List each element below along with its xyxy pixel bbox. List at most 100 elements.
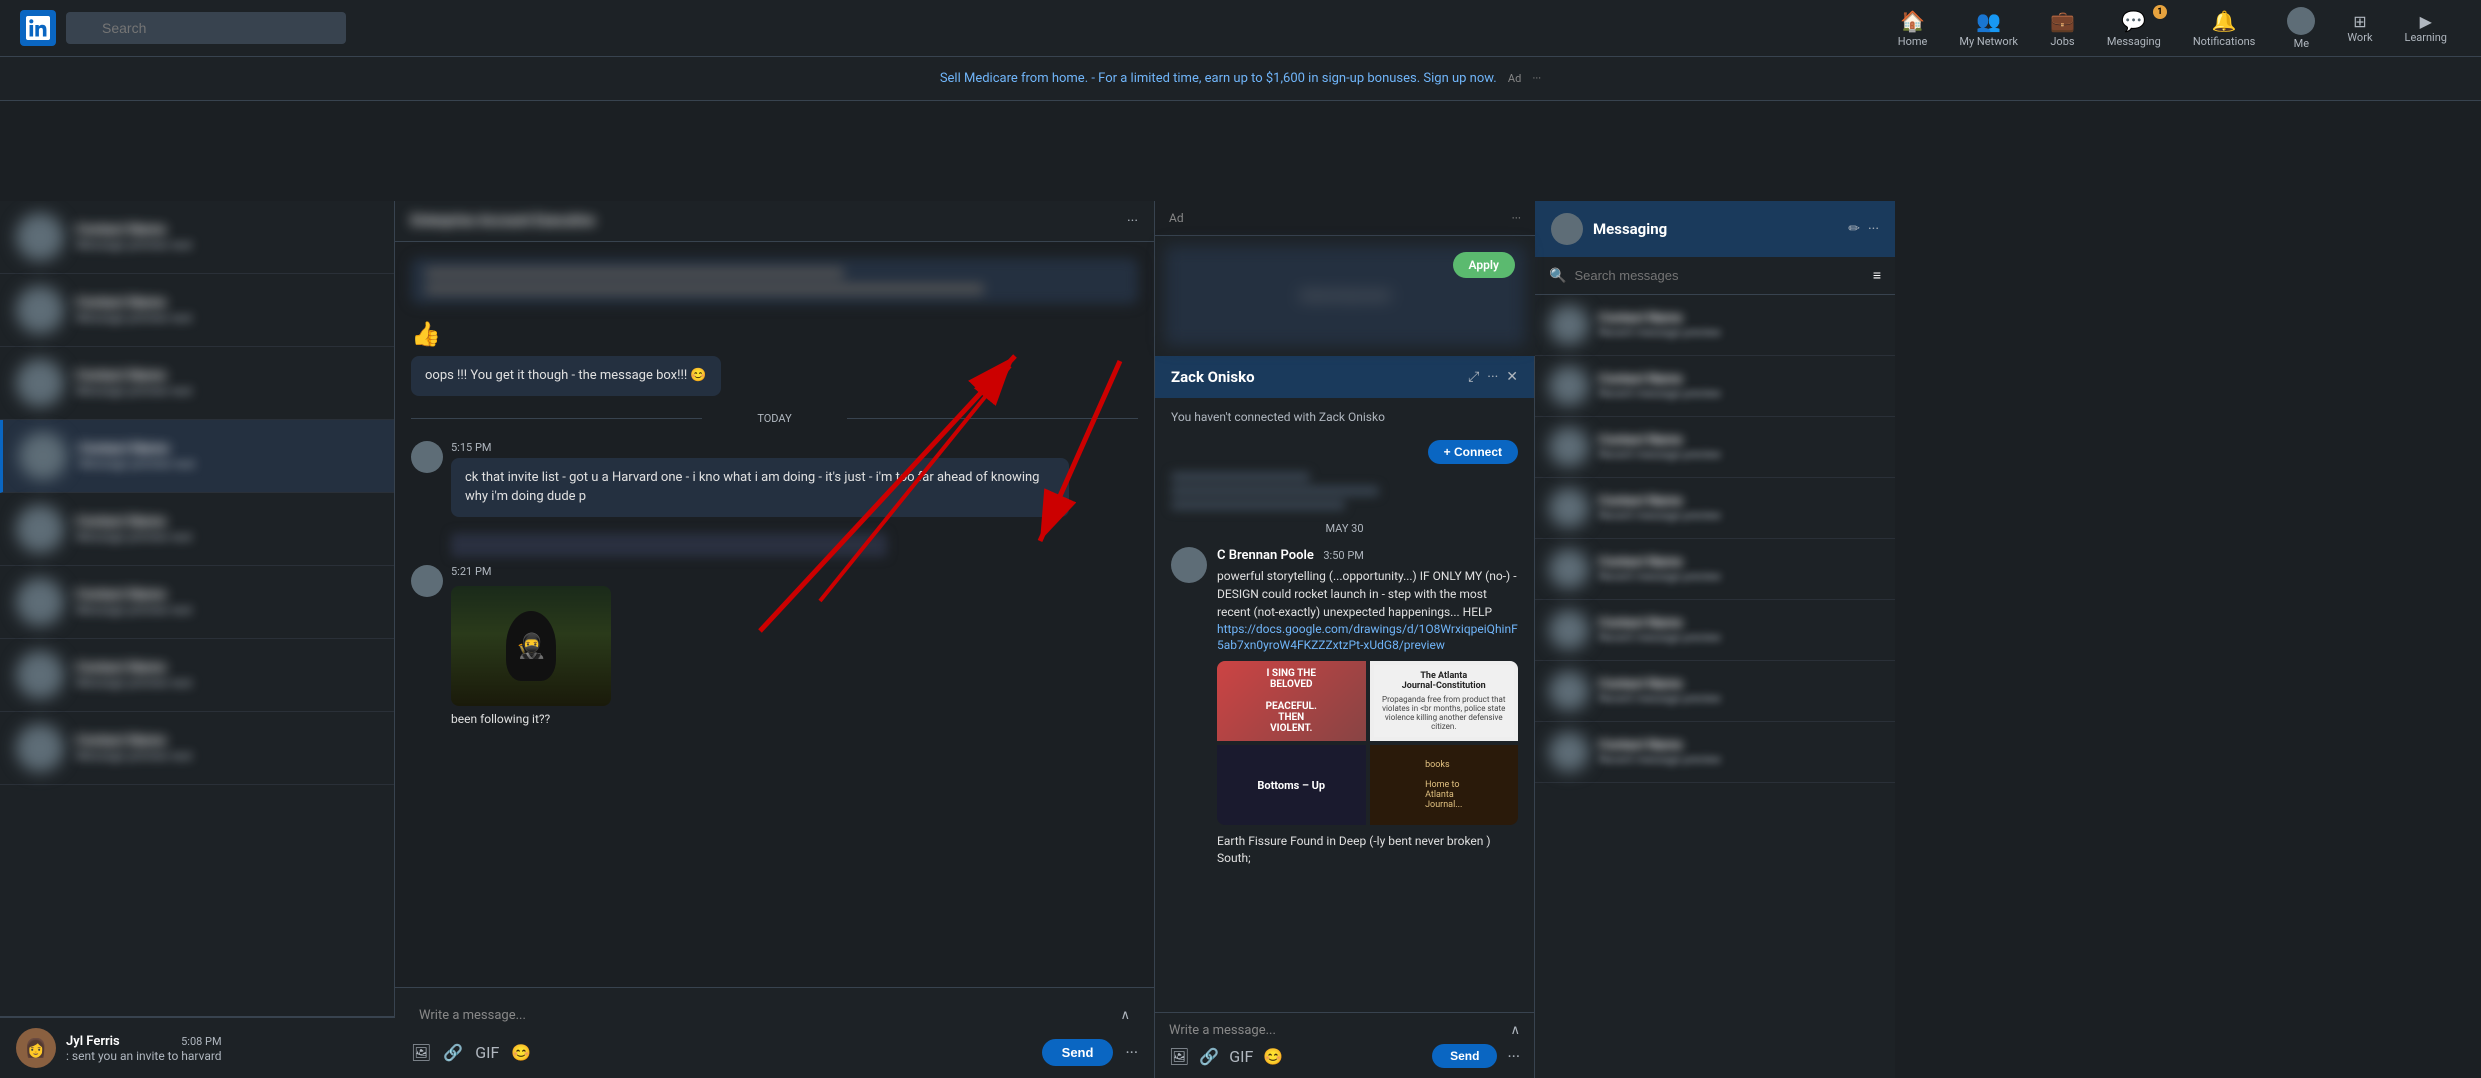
msg-preview-2: Recent message preview: [1599, 387, 1881, 400]
zack-name: Zack Onisko: [1171, 368, 1255, 386]
jyl-info: Jyl Ferris 5:08 PM : sent you an invite …: [66, 1034, 222, 1063]
sidebar-preview-5: Message preview text: [76, 530, 378, 544]
zack-img-4: booksHome toAtlantaJournal...: [1370, 745, 1519, 825]
messaging-edit-icon[interactable]: ✏: [1848, 221, 1860, 237]
msg-avatar-8: [1549, 732, 1589, 772]
sidebar-info-1: Contact Name Message preview text: [76, 222, 378, 252]
sidebar-item-5[interactable]: Contact Name Message preview text: [0, 493, 394, 566]
sidebar-preview-7: Message preview text: [76, 676, 378, 690]
collapse-icon[interactable]: ∧: [1120, 1008, 1130, 1023]
sidebar-item-7[interactable]: Contact Name Message preview text: [0, 639, 394, 712]
main-layout: Contact Name Message preview text Contac…: [0, 201, 2481, 1078]
msg-list-item-5[interactable]: Contact Name Recent message preview: [1535, 539, 1895, 600]
gif-icon[interactable]: GIF: [475, 1043, 499, 1062]
zack-send-button[interactable]: Send: [1432, 1044, 1497, 1068]
zack-gif-icon[interactable]: GIF: [1229, 1047, 1253, 1066]
messaging-icon: 💬: [2121, 9, 2146, 33]
message-bubble-515: ck that invite list - got u a Harvard on…: [451, 458, 1069, 517]
nav-item-me[interactable]: Me: [2273, 1, 2329, 56]
ad-cta-button[interactable]: Apply: [1453, 252, 1515, 278]
sidebar-item-6[interactable]: Contact Name Message preview text: [0, 566, 394, 639]
nav-item-messaging[interactable]: 💬 Messaging 1: [2093, 3, 2175, 54]
more-options-icon[interactable]: ···: [1125, 1043, 1138, 1062]
sidebar-preview-2: Message preview text: [76, 311, 378, 325]
ad-header: Ad ···: [1155, 201, 1535, 236]
send-button[interactable]: Send: [1042, 1039, 1114, 1066]
msg-list-item-4[interactable]: Contact Name Recent message preview: [1535, 478, 1895, 539]
msg-list-item-8[interactable]: Contact Name Recent message preview: [1535, 722, 1895, 783]
sidebar-item-4-active[interactable]: Contact Name Message preview text: [0, 420, 394, 493]
chat-image: 🥷: [451, 586, 611, 706]
promo-more[interactable]: ···: [1533, 72, 1542, 85]
msg-list-item-1[interactable]: Contact Name Recent message preview: [1535, 295, 1895, 356]
chat-header-more[interactable]: ···: [1127, 213, 1138, 229]
nav-item-home[interactable]: 🏠 Home: [1884, 3, 1942, 54]
linkedin-logo[interactable]: [20, 10, 56, 46]
image-attach-icon[interactable]: 🖼: [411, 1043, 431, 1062]
sidebar-avatar-1: [16, 213, 64, 261]
sidebar-preview-4: Message preview text: [79, 457, 378, 471]
msg-avatar-2: [1549, 366, 1589, 406]
messaging-search-input[interactable]: [1574, 268, 1864, 283]
jyl-ferris-notification[interactable]: 👩 Jyl Ferris 5:08 PM : sent you an invit…: [0, 1016, 395, 1078]
msg-list-item-3[interactable]: Contact Name Recent message preview: [1535, 417, 1895, 478]
nav-messaging-label: Messaging: [2107, 35, 2161, 48]
nav-item-work[interactable]: ⊞ Work: [2333, 6, 2386, 50]
msg-name-3: Contact Name: [1599, 433, 1881, 448]
write-message-input-row: Write a message... ∧: [411, 1000, 1138, 1031]
nav-item-notifications[interactable]: 🔔 Notifications: [2179, 3, 2270, 54]
sidebar-item-8[interactable]: Contact Name Message preview text: [0, 712, 394, 785]
sidebar-preview-8: Message preview text: [76, 749, 378, 763]
sidebar-item-1[interactable]: Contact Name Message preview text: [0, 201, 394, 274]
msg-info-4: Contact Name Recent message preview: [1599, 494, 1881, 522]
sidebar-info-5: Contact Name Message preview text: [76, 514, 378, 544]
link-icon[interactable]: 🔗: [443, 1043, 463, 1062]
zack-more-icon[interactable]: ···: [1487, 369, 1498, 385]
zack-link-icon[interactable]: 🔗: [1199, 1047, 1219, 1066]
zack-close-icon[interactable]: ✕: [1506, 369, 1518, 385]
zack-emoji-icon[interactable]: 😊: [1263, 1047, 1283, 1066]
sidebar-item-2[interactable]: Contact Name Message preview text: [0, 274, 394, 347]
jyl-avatar: 👩: [16, 1028, 56, 1068]
cbrennan-content: C Brennan Poole 3:50 PM powerful storyte…: [1217, 547, 1518, 867]
sidebar-item-3[interactable]: Contact Name Message preview text: [0, 347, 394, 420]
promo-link[interactable]: Sell Medicare from home. - For a limited…: [940, 71, 1497, 86]
sidebar-info-2: Contact Name Message preview text: [76, 295, 378, 325]
ad-badge: Ad: [1508, 72, 1521, 85]
cbrennan-text: powerful storytelling (...opportunity...…: [1217, 567, 1518, 621]
thumbs-message: 👍 oops !!! You get it though - the messa…: [411, 320, 1138, 396]
emoji-icon[interactable]: 😊: [511, 1043, 531, 1062]
search-input[interactable]: [66, 12, 346, 44]
zack-more-icon-toolbar[interactable]: ···: [1507, 1047, 1520, 1066]
msg-list-item-2[interactable]: Contact Name Recent message preview: [1535, 356, 1895, 417]
messaging-filter-icon[interactable]: ≡: [1873, 267, 1881, 284]
search-wrapper: 🔍: [66, 12, 346, 44]
msg-info-5: Contact Name Recent message preview: [1599, 555, 1881, 583]
messaging-avatar: [1551, 213, 1583, 245]
messaging-more-icon[interactable]: ···: [1868, 221, 1879, 237]
connect-button[interactable]: + Connect: [1428, 440, 1518, 464]
msg-list-item-6[interactable]: Contact Name Recent message preview: [1535, 600, 1895, 661]
msg-name-7: Contact Name: [1599, 677, 1881, 692]
sidebar-name-6: Contact Name: [76, 587, 378, 603]
ad-label: Ad: [1169, 211, 1184, 225]
zack-image-icon[interactable]: 🖼: [1169, 1047, 1189, 1066]
nav-work-label: Work: [2347, 31, 2372, 44]
notifications-icon: 🔔: [2212, 9, 2237, 33]
ad-more[interactable]: ···: [1512, 211, 1521, 225]
messaging-search-bar: 🔍 ≡: [1535, 257, 1895, 295]
zack-expand-icon[interactable]: ⤢: [1468, 369, 1479, 385]
msg-info-6: Contact Name Recent message preview: [1599, 616, 1881, 644]
cbrennan-link[interactable]: https://docs.google.com/drawings/d/1O8Wr…: [1217, 622, 1518, 652]
right-messaging-panel: Messaging ✏ ··· 🔍 ≡ Contact Name Recent …: [1535, 201, 1895, 1078]
nav-item-network[interactable]: 👥 My Network: [1945, 3, 2032, 54]
oops-message-bubble: oops !!! You get it though - the message…: [411, 356, 721, 396]
sidebar-info-3: Contact Name Message preview text: [76, 368, 378, 398]
messaging-title: Messaging: [1593, 220, 1667, 238]
nav-item-learning[interactable]: ▶ Learning: [2391, 6, 2461, 50]
zack-collapse-icon[interactable]: ∧: [1510, 1023, 1520, 1038]
cbrennan-avatar: [1171, 547, 1207, 583]
sidebar-avatar-5: [16, 505, 64, 553]
nav-item-jobs[interactable]: 💼 Jobs: [2036, 3, 2089, 54]
msg-list-item-7[interactable]: Contact Name Recent message preview: [1535, 661, 1895, 722]
